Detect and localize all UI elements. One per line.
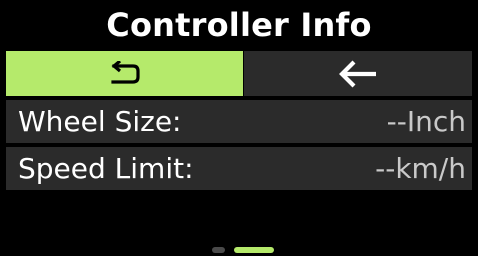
page-indicator <box>212 247 282 253</box>
previous-button[interactable] <box>244 51 472 96</box>
speed-limit-row[interactable]: Speed Limit: --km/h <box>6 147 472 190</box>
speed-limit-value: --km/h <box>375 152 466 185</box>
return-icon <box>110 60 140 84</box>
wheel-size-label: Wheel Size: <box>18 105 182 138</box>
wheel-size-value: --Inch <box>386 105 466 138</box>
wheel-size-row[interactable]: Wheel Size: --Inch <box>6 100 472 143</box>
page-title: Controller Info <box>0 0 478 50</box>
page-dot-1[interactable] <box>212 247 225 253</box>
page-dot-2-active[interactable] <box>234 247 274 253</box>
back-button[interactable] <box>6 51 243 96</box>
nav-bar <box>6 51 472 96</box>
speed-limit-label: Speed Limit: <box>18 152 194 185</box>
arrow-left-icon <box>339 60 376 87</box>
